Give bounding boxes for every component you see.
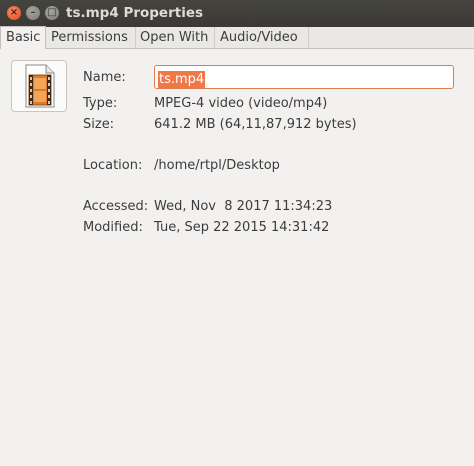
name-field[interactable]: ts.mp4 (154, 65, 454, 89)
modified-value: Tue, Sep 22 2015 14:31:42 (154, 220, 330, 235)
size-label: Size: (83, 117, 115, 132)
tab-basic[interactable]: Basic (0, 26, 46, 49)
window-title: ts.mp4 Properties (66, 5, 204, 21)
type-value: MPEG-4 video (video/mp4) (154, 96, 328, 111)
location-value: /home/rtpl/Desktop (154, 158, 280, 173)
accessed-value: Wed, Nov 8 2017 11:34:23 (154, 199, 333, 214)
tab-audio-video[interactable]: Audio/Video (215, 27, 309, 48)
title-bar: × – □ ts.mp4 Properties (0, 0, 474, 28)
tab-bar: Basic Permissions Open With Audio/Video (0, 26, 474, 49)
name-label: Name: (83, 70, 126, 85)
modified-label: Modified: (83, 220, 143, 235)
accessed-label: Accessed: (83, 199, 149, 214)
minimize-button[interactable]: – (26, 6, 40, 20)
close-button[interactable]: × (7, 6, 21, 20)
maximize-button[interactable]: □ (45, 6, 59, 20)
tab-open-with[interactable]: Open With (135, 27, 215, 48)
tab-permissions[interactable]: Permissions (46, 27, 136, 48)
video-file-icon (11, 60, 67, 112)
location-label: Location: (83, 158, 143, 173)
size-value: 641.2 MB (64,11,87,912 bytes) (154, 117, 357, 132)
name-field-value: ts.mp4 (158, 71, 206, 88)
type-label: Type: (83, 96, 118, 111)
